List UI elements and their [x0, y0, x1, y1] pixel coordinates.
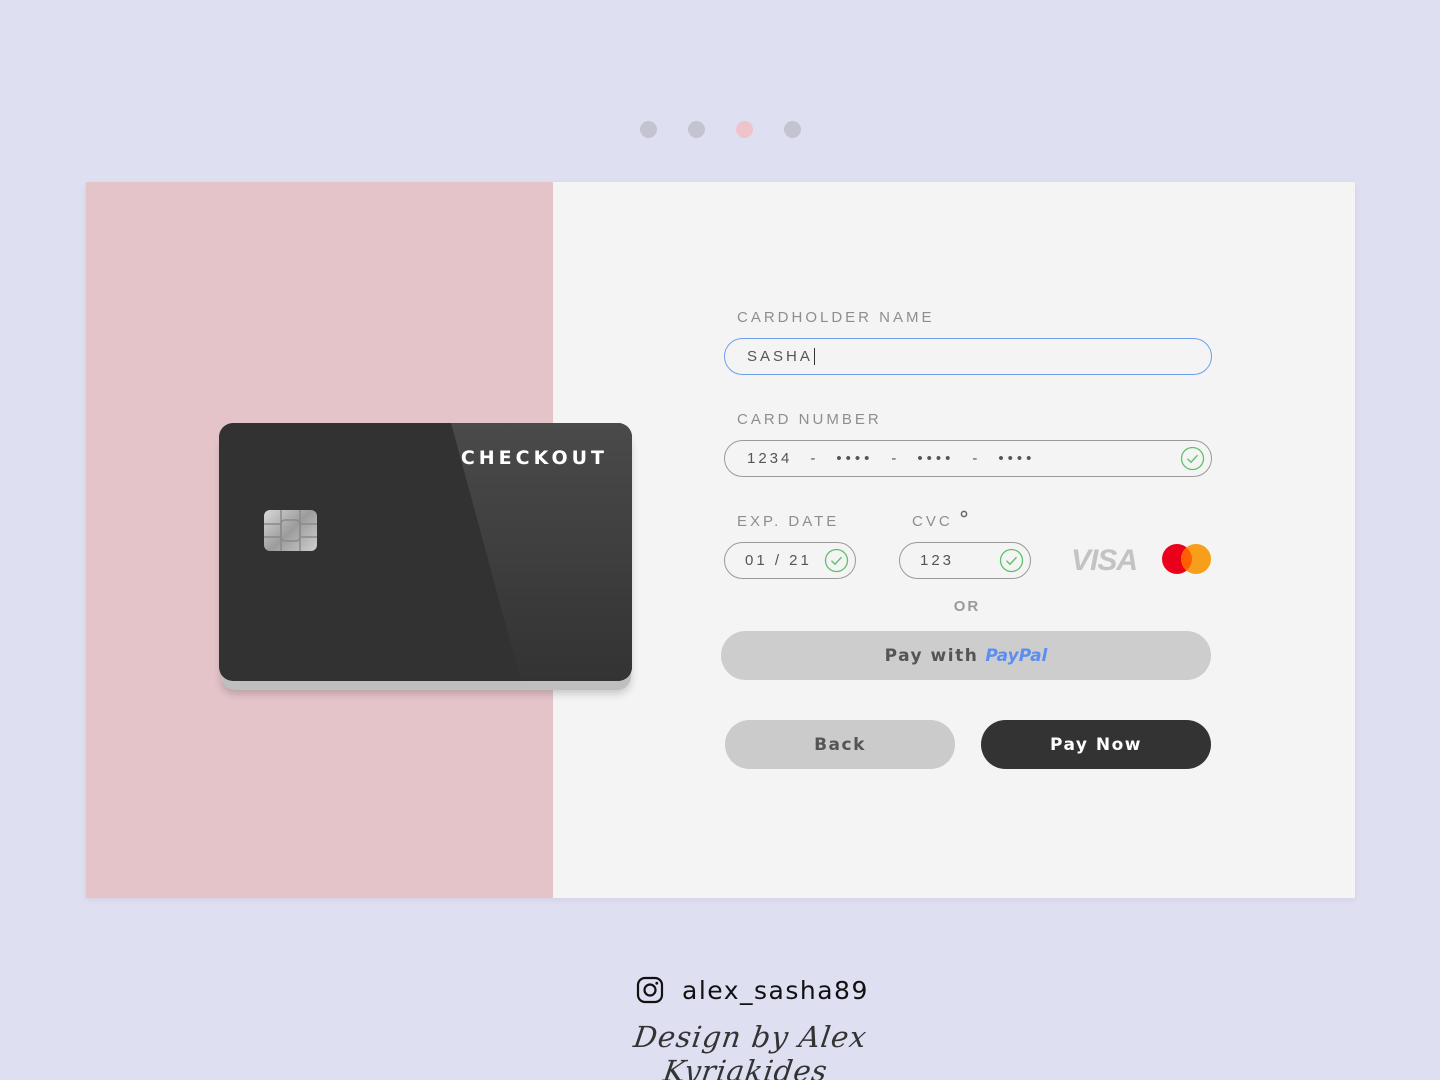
card-number-separator: - [891, 450, 900, 467]
card-number-group-4: •••• [998, 450, 1036, 467]
chip-icon [264, 510, 317, 551]
card-number-input[interactable]: 1234 - •••• - •••• - •••• [724, 440, 1212, 477]
cardholder-name-input[interactable]: SASHA [724, 338, 1212, 375]
mastercard-icon [1162, 544, 1211, 574]
credit-card-preview: CHECKOUT [219, 423, 632, 681]
step-pager [0, 121, 1440, 139]
cardholder-name-value: SASHA [747, 348, 813, 365]
cvc-input[interactable]: 123 [899, 542, 1031, 579]
cvc-label: CVC [912, 510, 968, 530]
visa-text: VISA [1071, 544, 1137, 577]
step-dot-4[interactable] [784, 121, 801, 138]
paypal-button-prefix: Pay with [884, 645, 979, 666]
valid-check-icon [999, 548, 1024, 573]
designer-signature: Design by Alex Kyriakides [631, 1020, 870, 1080]
info-dot-icon[interactable] [960, 510, 968, 518]
instagram-icon[interactable] [636, 976, 664, 1004]
valid-check-icon [1180, 446, 1205, 471]
or-divider: OR [953, 598, 981, 615]
card-number-label: CARD NUMBER [737, 411, 882, 428]
card-number-group-2: •••• [836, 450, 874, 467]
instagram-credit: alex_sasha89 [636, 975, 869, 1005]
instagram-handle-link[interactable]: alex_sasha89 [682, 976, 869, 1005]
exp-date-label: EXP. DATE [737, 513, 840, 530]
back-button[interactable]: Back [725, 720, 955, 769]
pay-now-button[interactable]: Pay Now [981, 720, 1211, 769]
valid-check-icon [824, 548, 849, 573]
step-dot-2[interactable] [688, 121, 705, 138]
paypal-logo-text: PayPal [985, 645, 1048, 666]
step-dot-1[interactable] [640, 121, 657, 138]
card-number-group-1: 1234 [747, 450, 793, 467]
card-number-separator: - [810, 450, 819, 467]
step-dot-3-active[interactable] [736, 121, 753, 138]
exp-date-value: 01 / 21 [745, 552, 812, 569]
cvc-value: 123 [920, 552, 955, 569]
cardholder-name-label: CARDHOLDER NAME [737, 309, 935, 326]
card-brand-text: CHECKOUT [460, 447, 608, 469]
card-number-group-3: •••• [917, 450, 955, 467]
pay-with-paypal-button[interactable]: Pay with PayPal [721, 631, 1211, 680]
cvc-label-text: CVC [912, 513, 953, 530]
visa-logo: VISA [1071, 544, 1138, 577]
exp-date-input[interactable]: 01 / 21 [724, 542, 856, 579]
text-caret [813, 348, 815, 365]
card-number-separator: - [972, 450, 981, 467]
